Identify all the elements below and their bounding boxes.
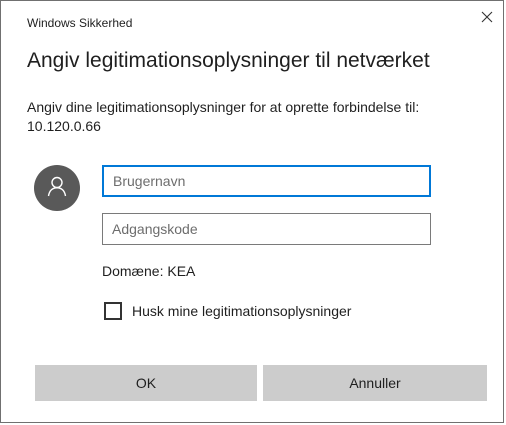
password-input[interactable]	[102, 213, 431, 245]
title-bar: Windows Sikkerhed	[1, 1, 503, 37]
avatar	[34, 165, 80, 211]
remember-credentials-option[interactable]: Husk mine legitimationsoplysninger	[104, 302, 351, 320]
domain-label: Domæne: KEA	[102, 263, 196, 279]
remember-checkbox[interactable]	[104, 302, 122, 320]
window-title: Windows Sikkerhed	[27, 16, 133, 30]
dialog-heading: Angiv legitimationsoplysninger til netvæ…	[27, 49, 430, 72]
close-button[interactable]	[473, 5, 501, 33]
username-input[interactable]	[102, 165, 431, 197]
ok-button[interactable]: OK	[35, 365, 257, 401]
remember-checkbox-label: Husk mine legitimationsoplysninger	[132, 303, 352, 319]
cancel-button[interactable]: Annuller	[263, 365, 487, 401]
credential-dialog: Windows Sikkerhed Angiv legitimationsopl…	[0, 0, 504, 423]
close-icon	[481, 10, 493, 28]
user-icon	[46, 175, 68, 202]
dialog-description: Angiv dine legitimationsoplysninger for …	[27, 99, 420, 134]
